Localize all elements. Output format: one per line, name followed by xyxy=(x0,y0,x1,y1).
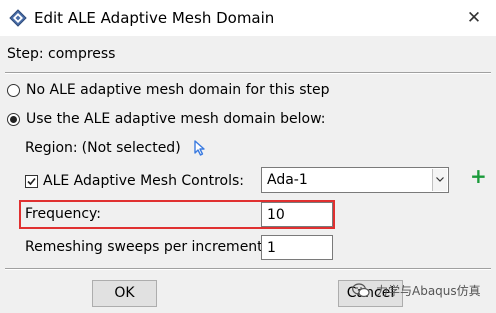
mesh-controls-row[interactable]: ALE Adaptive Mesh Controls: xyxy=(25,173,244,189)
edit-ale-dialog: Edit ALE Adaptive Mesh Domain ✕ Step: co… xyxy=(0,0,496,313)
use-domain-option[interactable]: Use the ALE adaptive mesh domain below: xyxy=(7,111,325,127)
mesh-controls-checkbox[interactable] xyxy=(25,174,38,188)
remeshing-field[interactable] xyxy=(261,235,333,260)
no-domain-option[interactable]: No ALE adaptive mesh domain for this ste… xyxy=(7,82,330,98)
frequency-field[interactable] xyxy=(261,202,333,227)
mesh-controls-value: Ada-1 xyxy=(267,172,308,188)
chevron-down-icon xyxy=(436,177,444,182)
no-domain-radio[interactable] xyxy=(7,83,20,97)
window-title: Edit ALE Adaptive Mesh Domain xyxy=(34,9,275,27)
checkmark-icon xyxy=(27,177,36,185)
watermark-text: 力学与Abaqus仿真 xyxy=(376,284,481,298)
use-domain-label: Use the ALE adaptive mesh domain below: xyxy=(26,111,326,127)
use-domain-radio[interactable] xyxy=(7,112,20,126)
no-domain-label: No ALE adaptive mesh domain for this ste… xyxy=(26,82,330,98)
ok-button[interactable]: OK xyxy=(92,280,157,307)
title-bar[interactable]: Edit ALE Adaptive Mesh Domain ✕ xyxy=(0,0,496,36)
frequency-label: Frequency: xyxy=(25,206,102,222)
region-row: Region: (Not selected) xyxy=(25,140,207,156)
arrow-cursor-icon[interactable] xyxy=(193,140,207,156)
region-value: (Not selected) xyxy=(81,140,181,156)
watermark: 力学与Abaqus仿真 xyxy=(352,282,481,299)
abaqus-diamond-icon xyxy=(9,9,27,27)
mesh-controls-select[interactable]: Ada-1 xyxy=(261,167,449,193)
create-controls-button[interactable]: + xyxy=(470,166,487,186)
region-label: Region: xyxy=(25,140,78,156)
separator xyxy=(5,268,491,270)
mesh-controls-label: ALE Adaptive Mesh Controls: xyxy=(43,173,245,189)
step-label: Step: compress xyxy=(7,46,116,62)
dropdown-arrow[interactable] xyxy=(432,169,447,191)
wechat-icon xyxy=(352,283,370,298)
close-button[interactable]: ✕ xyxy=(462,6,486,30)
remeshing-label: Remeshing sweeps per increment: xyxy=(25,239,268,255)
separator xyxy=(5,72,491,74)
